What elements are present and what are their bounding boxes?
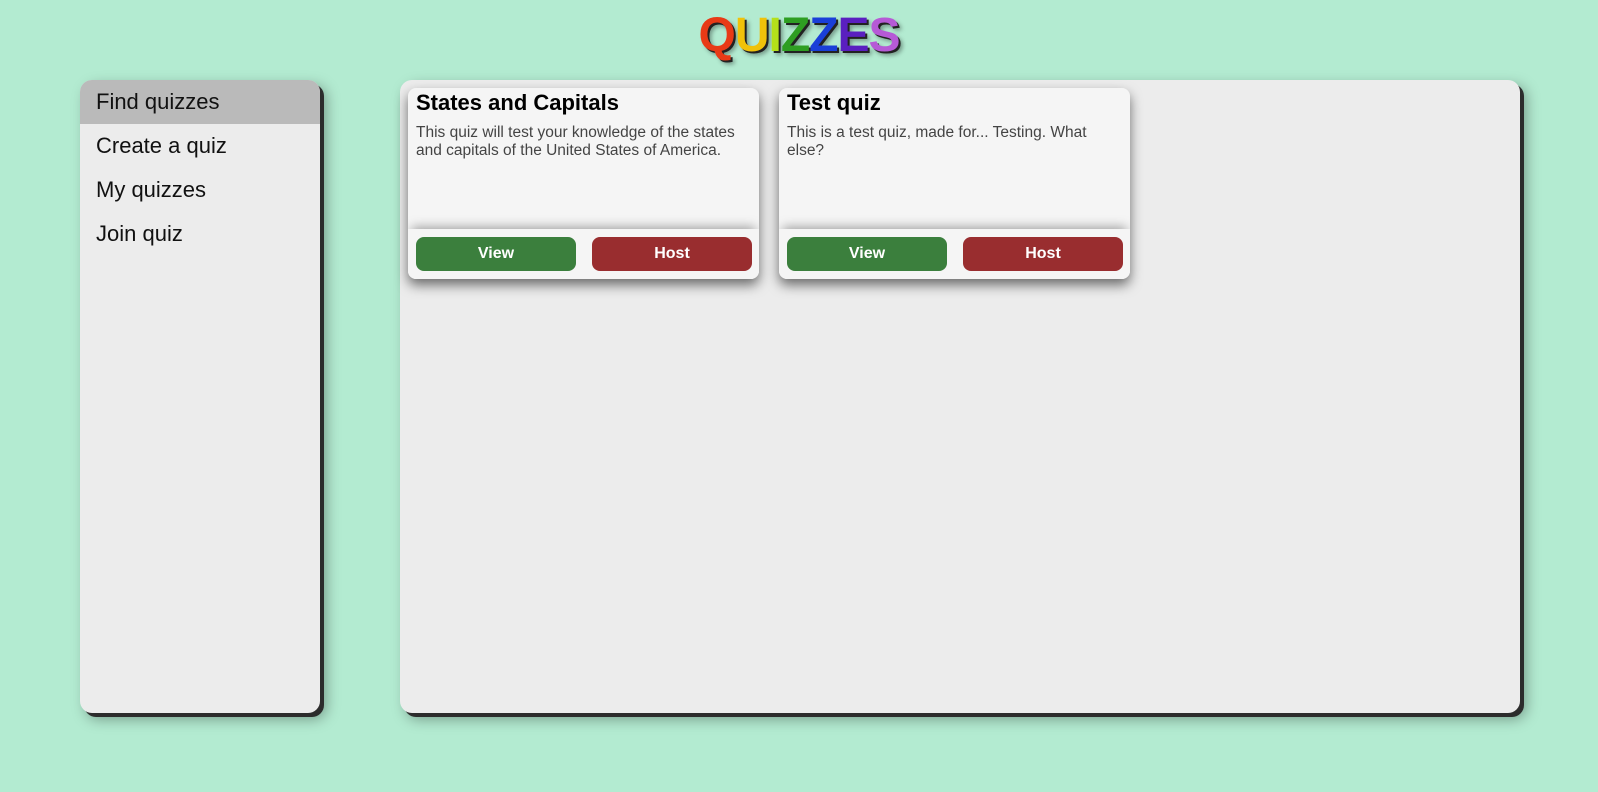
view-quiz-button[interactable]: View	[787, 237, 947, 271]
quiz-card-footer: View Host	[408, 229, 759, 279]
view-quiz-button[interactable]: View	[416, 237, 576, 271]
logo-letter: Q	[698, 9, 735, 62]
host-quiz-button[interactable]: Host	[592, 237, 752, 271]
logo-letter: Z	[809, 9, 838, 62]
quiz-card-footer: View Host	[779, 229, 1130, 279]
sidebar: Find quizzes Create a quiz My quizzes Jo…	[80, 80, 320, 713]
quiz-description: This quiz will test your knowledge of th…	[416, 124, 735, 159]
quizzes-logo: QUIZZES	[0, 6, 1598, 66]
host-quiz-button[interactable]: Host	[963, 237, 1123, 271]
quiz-list-panel: States and Capitals This quiz will test …	[400, 80, 1520, 713]
sidebar-item-find-quizzes[interactable]: Find quizzes	[80, 80, 320, 124]
sidebar-item-join-quiz[interactable]: Join quiz	[80, 212, 320, 256]
quiz-title: Test quiz	[787, 90, 881, 115]
quiz-description: This is a test quiz, made for... Testing…	[787, 124, 1087, 159]
sidebar-item-my-quizzes[interactable]: My quizzes	[80, 168, 320, 212]
sidebar-item-create-quiz[interactable]: Create a quiz	[80, 124, 320, 168]
logo-letter: U	[734, 9, 770, 62]
quiz-card: States and Capitals This quiz will test …	[408, 88, 759, 279]
quiz-card: Test quiz This is a test quiz, made for.…	[779, 88, 1130, 279]
logo-letter: Z	[780, 9, 810, 62]
quiz-title: States and Capitals	[416, 90, 619, 115]
logo-letter: S	[868, 9, 901, 62]
logo-letter: E	[837, 9, 869, 62]
logo-letter: I	[768, 9, 781, 62]
